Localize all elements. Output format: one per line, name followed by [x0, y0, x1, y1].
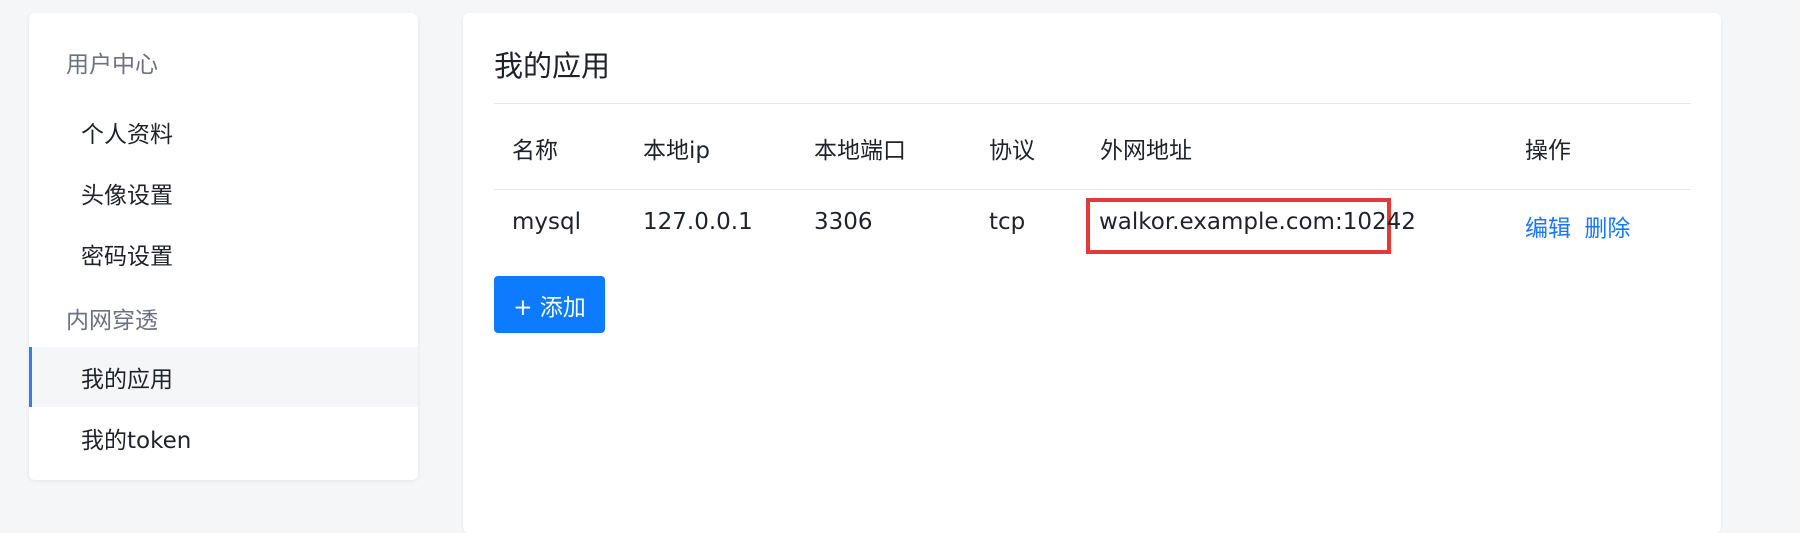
page-title: 我的应用 — [494, 49, 611, 83]
header-divider — [494, 189, 1691, 190]
delete-link[interactable]: 删除 — [1584, 216, 1630, 242]
cell-protocol: tcp — [989, 209, 1026, 235]
sidebar: 用户中心 个人资料 头像设置 密码设置 内网穿透 我的应用 我的token — [29, 13, 418, 480]
sidebar-item-avatar-settings[interactable]: 头像设置 — [29, 163, 418, 223]
cell-public-address: walkor.example.com:10242 — [1099, 209, 1416, 235]
row-actions: 编辑 删除 — [1525, 209, 1630, 243]
edit-link[interactable]: 编辑 — [1525, 216, 1571, 242]
column-header-protocol: 协议 — [989, 138, 1035, 164]
column-header-public-address: 外网地址 — [1100, 138, 1192, 164]
sidebar-item-profile[interactable]: 个人资料 — [29, 102, 418, 162]
column-header-name: 名称 — [512, 138, 558, 164]
cell-local-ip: 127.0.0.1 — [643, 209, 753, 235]
sidebar-group-title-intranet: 内网穿透 — [66, 308, 158, 334]
sidebar-item-my-apps[interactable]: 我的应用 — [29, 347, 418, 407]
sidebar-item-my-token[interactable]: 我的token — [29, 408, 418, 468]
main-panel: 我的应用 名称 本地ip 本地端口 协议 外网地址 操作 mysql 127.0… — [463, 13, 1721, 533]
column-header-local-ip: 本地ip — [643, 138, 710, 164]
add-button[interactable]: + 添加 — [494, 276, 605, 333]
column-header-actions: 操作 — [1525, 138, 1571, 164]
sidebar-group-title-user-center: 用户中心 — [66, 52, 158, 78]
column-header-local-port: 本地端口 — [814, 138, 906, 164]
cell-local-port: 3306 — [814, 209, 873, 235]
title-divider — [494, 103, 1691, 104]
sidebar-item-password-settings[interactable]: 密码设置 — [29, 224, 418, 284]
cell-name: mysql — [512, 209, 581, 235]
